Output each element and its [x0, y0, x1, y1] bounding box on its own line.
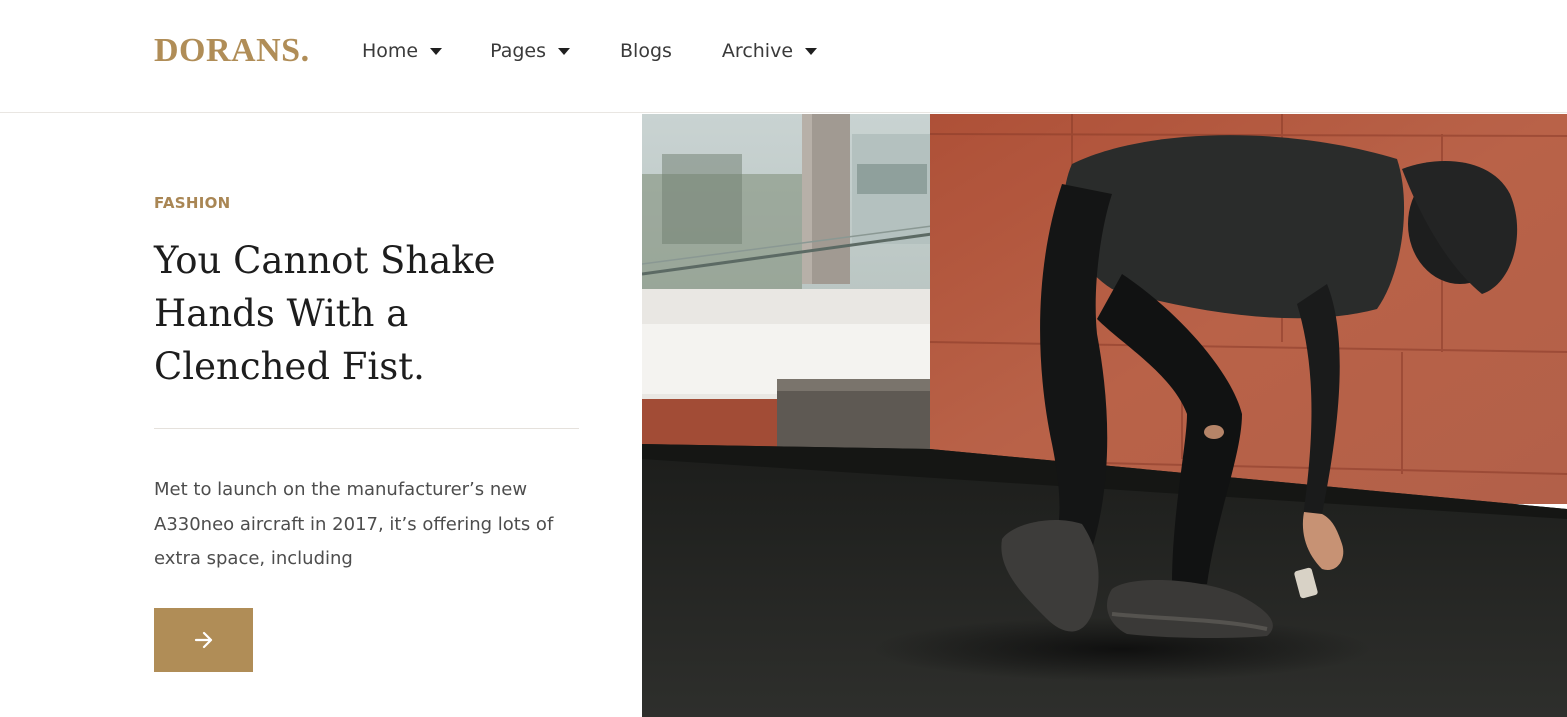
chevron-down-icon	[805, 48, 818, 55]
nav-item-pages[interactable]: Pages	[490, 40, 571, 62]
main-nav: Home Pages Blogs Archive	[362, 36, 818, 66]
divider	[154, 428, 579, 429]
nav-item-label: Archive	[721, 40, 794, 62]
hero-photo	[642, 114, 1567, 717]
nav-item-label: Blogs	[620, 40, 672, 62]
nav-item-home[interactable]: Home	[362, 40, 443, 62]
hero-image	[642, 114, 1567, 717]
nav-item-blogs[interactable]: Blogs	[620, 40, 672, 62]
nav-item-label: Home	[362, 40, 419, 62]
chevron-down-icon	[558, 48, 571, 55]
chevron-down-icon	[430, 48, 443, 55]
site-logo[interactable]: DORANS.	[154, 31, 310, 71]
post-excerpt: Met to launch on the manufacturer’s new …	[154, 479, 554, 569]
nav-item-archive[interactable]: Archive	[721, 40, 818, 62]
read-more-button[interactable]	[154, 608, 253, 672]
post-title[interactable]: You Cannot Shake Hands With a Clenched F…	[154, 234, 594, 393]
hero-content	[0, 114, 642, 717]
category-label[interactable]: FASHION	[154, 194, 230, 212]
arrow-right-icon	[194, 631, 212, 649]
site-header: DORANS. Home Pages Blogs Archive	[0, 0, 1567, 113]
nav-item-label: Pages	[490, 40, 547, 62]
